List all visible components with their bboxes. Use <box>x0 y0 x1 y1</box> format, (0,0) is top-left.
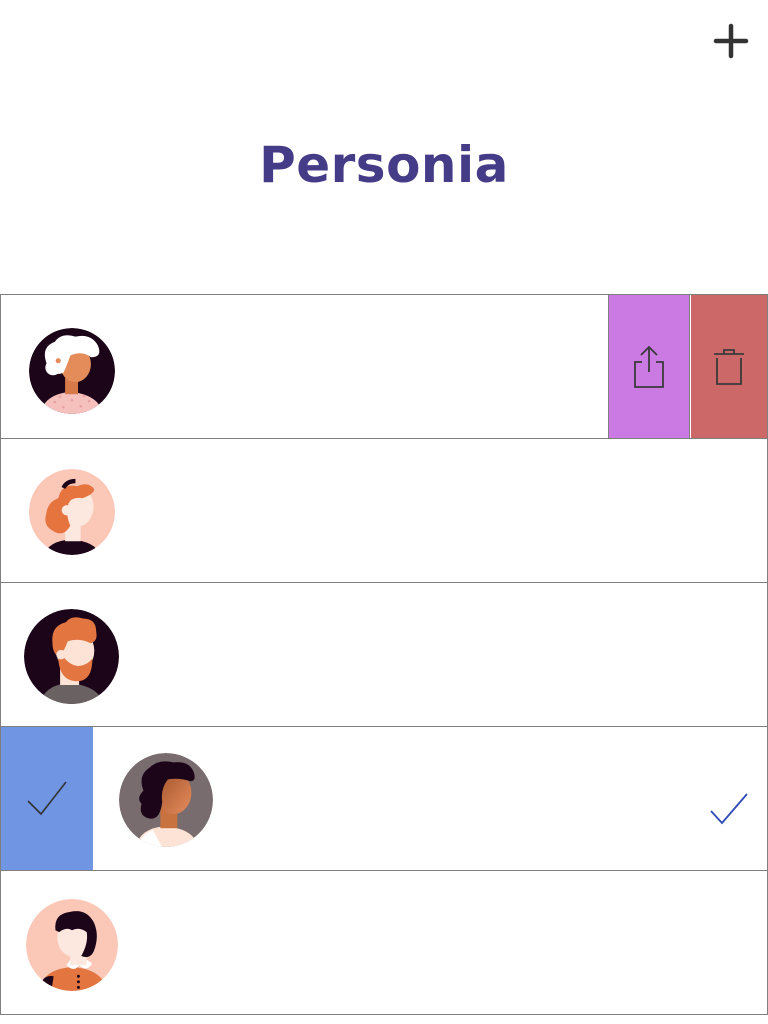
app-title: Personia <box>259 136 509 194</box>
select-button[interactable] <box>1 727 93 870</box>
plus-icon <box>713 23 749 59</box>
delete-button[interactable] <box>691 295 767 438</box>
share-icon <box>634 345 664 388</box>
persona-list <box>0 294 768 1015</box>
woman-white-curly-hair-avatar <box>29 328 115 414</box>
woman-red-curly-hair-headset-avatar <box>29 469 115 555</box>
list-item[interactable] <box>0 870 768 1015</box>
list-item[interactable] <box>0 726 768 871</box>
list-item[interactable] <box>0 438 768 583</box>
list-item[interactable] <box>0 582 768 727</box>
man-red-hair-beard-avatar <box>24 609 119 704</box>
add-button[interactable] <box>708 18 754 64</box>
share-button[interactable] <box>608 295 690 438</box>
woman-dark-curly-hair-avatar <box>119 753 213 847</box>
woman-dark-hair-orange-top-avatar <box>26 899 118 991</box>
list-item[interactable] <box>0 294 768 439</box>
selected-checkmark-icon <box>710 793 748 825</box>
trash-icon <box>714 348 744 385</box>
checkmark-icon <box>27 781 67 815</box>
